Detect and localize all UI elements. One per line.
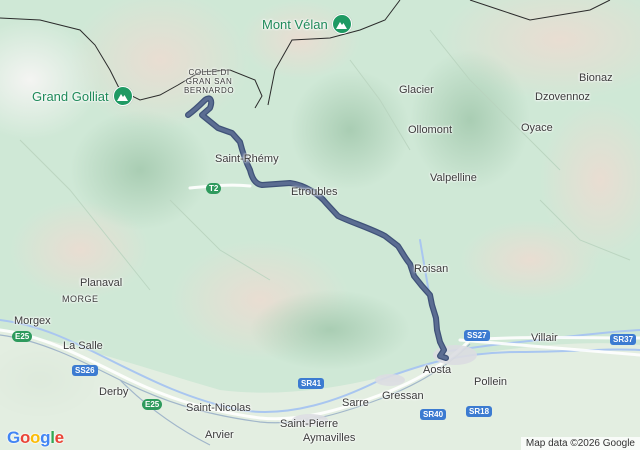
road-shield-e25: E25 xyxy=(12,331,33,342)
map-attribution[interactable]: Map data ©2026 Google xyxy=(520,437,640,450)
logo-letter: e xyxy=(54,428,64,447)
mountain-icon xyxy=(331,14,352,34)
road-shield-e25: E25 xyxy=(142,399,163,410)
place-villair[interactable]: Villair xyxy=(531,332,558,344)
place-roisan[interactable]: Roisan xyxy=(414,263,448,275)
place-saint-rhemy[interactable]: Saint-Rhémy xyxy=(215,153,279,165)
google-logo: Google xyxy=(7,428,64,448)
place-morgex[interactable]: Morgex xyxy=(14,315,51,327)
road-shield-t2: T2 xyxy=(206,183,222,194)
road-shield-ss26: SS26 xyxy=(72,365,98,376)
place-la-salle[interactable]: La Salle xyxy=(63,340,103,352)
peak-label: Mont Vélan xyxy=(262,16,328,32)
place-morge[interactable]: MORGE xyxy=(62,294,99,304)
place-ollomont[interactable]: Ollomont xyxy=(408,124,452,136)
peak-label: Grand Golliat xyxy=(32,88,109,104)
place-aymavilles[interactable]: Aymavilles xyxy=(303,432,355,444)
place-arvier[interactable]: Arvier xyxy=(205,429,234,441)
pass-label-line: COLLE DI xyxy=(188,68,230,77)
logo-letter: G xyxy=(7,428,20,447)
road-shield-sr40: SR40 xyxy=(420,409,447,420)
pass-label: COLLE DI GRAN SAN BERNARDO xyxy=(184,68,234,95)
place-saint-nicolas[interactable]: Saint-Nicolas xyxy=(186,402,251,414)
road-shield-sr37: SR37 xyxy=(610,334,637,345)
place-dzovennoz[interactable]: Dzovennoz xyxy=(535,91,590,103)
pass-label-line: GRAN SAN xyxy=(185,77,233,86)
place-gressan[interactable]: Gressan xyxy=(382,390,424,402)
place-etroubles[interactable]: Etroubles xyxy=(291,186,337,198)
place-sarre[interactable]: Sarre xyxy=(342,397,369,409)
place-derby[interactable]: Derby xyxy=(99,386,128,398)
place-pollein[interactable]: Pollein xyxy=(474,376,507,388)
place-saint-pierre[interactable]: Saint-Pierre xyxy=(280,418,338,430)
road-shield-sr18: SR18 xyxy=(466,406,493,417)
place-planaval[interactable]: Planaval xyxy=(80,277,122,289)
place-glacier[interactable]: Glacier xyxy=(399,84,434,96)
place-bionaz[interactable]: Bionaz xyxy=(579,72,613,84)
peak-mont-velan[interactable]: Mont Vélan xyxy=(262,14,352,34)
place-oyace[interactable]: Oyace xyxy=(521,122,553,134)
mountain-icon xyxy=(112,86,133,106)
map-canvas[interactable]: Mont Vélan Grand Golliat COLLE DI GRAN S… xyxy=(0,0,640,450)
logo-letter: o xyxy=(30,428,41,447)
logo-letter: o xyxy=(19,428,31,447)
road-shield-ss27: SS27 xyxy=(464,330,490,341)
road-shield-sr41: SR41 xyxy=(298,378,325,389)
logo-letter: g xyxy=(40,428,51,447)
peak-grand-golliat[interactable]: Grand Golliat xyxy=(32,86,133,106)
place-valpelline[interactable]: Valpelline xyxy=(430,172,477,184)
pass-label-line: BERNARDO xyxy=(184,86,235,95)
place-aosta[interactable]: Aosta xyxy=(423,364,451,376)
